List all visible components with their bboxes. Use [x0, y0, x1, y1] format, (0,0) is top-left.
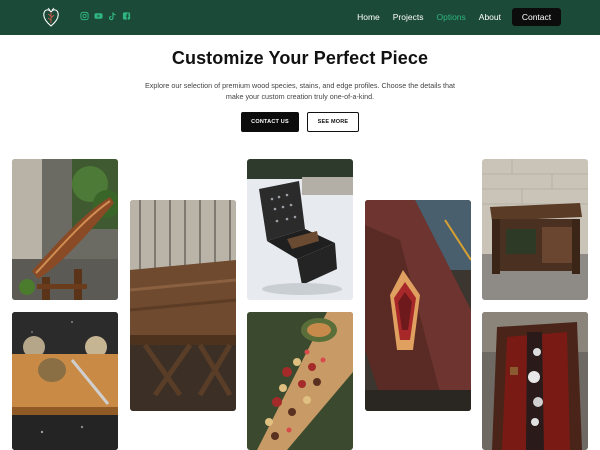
page-description: Explore our selection of premium wood sp… [144, 81, 456, 101]
gallery-image-charcuterie-board[interactable] [247, 312, 353, 450]
gallery-image-console-cabinet[interactable] [482, 159, 588, 300]
nav-links: Home Projects Options About [357, 11, 501, 23]
nav-options[interactable]: Options [436, 11, 465, 23]
contact-us-button[interactable]: CONTACT US [241, 112, 299, 132]
page-title: Customize Your Perfect Piece [171, 48, 429, 68]
nav-projects[interactable]: Projects [393, 11, 424, 23]
heart-tree-logo[interactable] [42, 6, 60, 28]
gallery-image-epoxy-serving-board[interactable] [482, 312, 588, 450]
nav-contact-button[interactable]: Contact [512, 8, 561, 26]
youtube-icon[interactable] [94, 11, 103, 21]
gallery-image-canoe-planter[interactable] [12, 159, 118, 300]
navbar: Home Projects Options About Contact [0, 0, 600, 35]
gallery-image-arrow-inlay-board[interactable] [365, 200, 471, 411]
nav-about[interactable]: About [479, 11, 501, 23]
nav-home[interactable]: Home [357, 11, 380, 23]
gallery-image-dining-table[interactable] [130, 200, 236, 411]
gallery-image-cutting-board[interactable] [12, 312, 118, 450]
instagram-icon[interactable] [80, 11, 89, 21]
see-more-button[interactable]: SEE MORE [307, 112, 359, 132]
tiktok-icon[interactable] [108, 11, 117, 21]
facebook-icon[interactable] [122, 11, 131, 21]
gallery-image-fire-pit[interactable] [247, 159, 353, 300]
social-links [80, 11, 131, 21]
